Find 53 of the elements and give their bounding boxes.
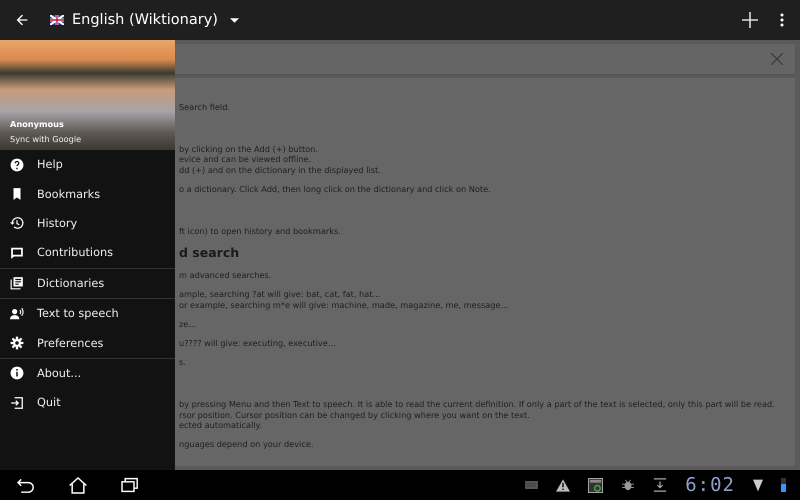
help-text-line: evice and can be viewed offline. bbox=[179, 154, 312, 165]
battery-icon bbox=[781, 478, 786, 492]
back-arrow-icon[interactable] bbox=[14, 12, 30, 28]
help-text-line: ected automatically. bbox=[179, 420, 263, 430]
drawer-item[interactable]: Quit bbox=[0, 388, 175, 418]
help-text-line: ze... bbox=[179, 318, 198, 330]
info-icon bbox=[10, 366, 24, 380]
speech-icon bbox=[10, 306, 24, 321]
help-icon bbox=[10, 158, 24, 172]
help-text-line: by clicking on the Add (+) button. bbox=[179, 144, 319, 154]
library-icon bbox=[10, 276, 24, 290]
help-text-line: ft icon) to open history and bookmarks. bbox=[179, 226, 342, 236]
drawer-item[interactable]: About... bbox=[0, 358, 175, 388]
dictionary-selector[interactable]: English (Wiktionary) bbox=[72, 12, 218, 28]
gear-icon bbox=[10, 336, 24, 350]
back-icon[interactable] bbox=[16, 477, 36, 493]
warning-icon[interactable] bbox=[556, 478, 570, 492]
exit-icon bbox=[10, 396, 24, 410]
home-icon[interactable] bbox=[68, 476, 88, 494]
help-text-line: ample, searching ?at will give: bat, cat, fat, hat... bbox=[179, 289, 382, 300]
drawer-item[interactable]: Text to speech bbox=[0, 298, 175, 328]
drawer-item[interactable]: History bbox=[0, 208, 175, 238]
drawer-item[interactable]: Preferences bbox=[0, 328, 175, 358]
drawer-item[interactable]: Bookmarks bbox=[0, 179, 175, 209]
help-text-line: or example, searching m*e will give: machine, made, magazine, me, message... bbox=[179, 300, 510, 310]
clock: 6:02 bbox=[685, 474, 735, 496]
flag-icon bbox=[50, 15, 64, 25]
download-icon[interactable] bbox=[653, 478, 668, 492]
recent-apps-icon[interactable] bbox=[120, 477, 140, 493]
comment-icon bbox=[10, 246, 24, 260]
screenshot-icon[interactable] bbox=[588, 478, 604, 492]
history-icon bbox=[10, 216, 24, 230]
help-text-line: Search field. bbox=[179, 102, 231, 112]
section-heading: d search bbox=[179, 245, 240, 262]
help-text-line: o a dictionary. Click Add, then long click on the dictionary and click on Note. bbox=[179, 184, 492, 194]
drawer-item[interactable]: Contributions bbox=[0, 238, 175, 268]
drawer-item[interactable]: Help bbox=[0, 150, 175, 180]
help-text-line: nguages depend on your device. bbox=[179, 439, 314, 450]
caret-icon[interactable] bbox=[230, 18, 239, 22]
help-text-line: rsor position. Cursor position can be changed by clicking where you want on the text. bbox=[179, 410, 531, 420]
user-name: Anonymous bbox=[10, 119, 65, 129]
help-text-line: u???? will give: executing, executive... bbox=[179, 338, 337, 348]
more-options-icon[interactable] bbox=[780, 13, 784, 27]
help-text-line: by pressing Menu and then Text to speech. It is able to read the current definition. If only a part of the text is selected, only this part will be read. bbox=[179, 399, 776, 410]
help-text-line: m advanced searches. bbox=[179, 270, 272, 280]
bug-icon[interactable] bbox=[621, 479, 636, 491]
help-text-line: dd (+) and on the dictionary in the displayed list. bbox=[179, 164, 382, 175]
drawer-item[interactable]: Dictionaries bbox=[0, 268, 175, 298]
sync-link[interactable]: Sync with Google bbox=[10, 134, 175, 144]
add-icon[interactable] bbox=[742, 12, 758, 28]
wifi-icon bbox=[753, 478, 763, 492]
keyboard-icon[interactable] bbox=[525, 481, 538, 489]
help-text-line: s. bbox=[179, 357, 187, 368]
